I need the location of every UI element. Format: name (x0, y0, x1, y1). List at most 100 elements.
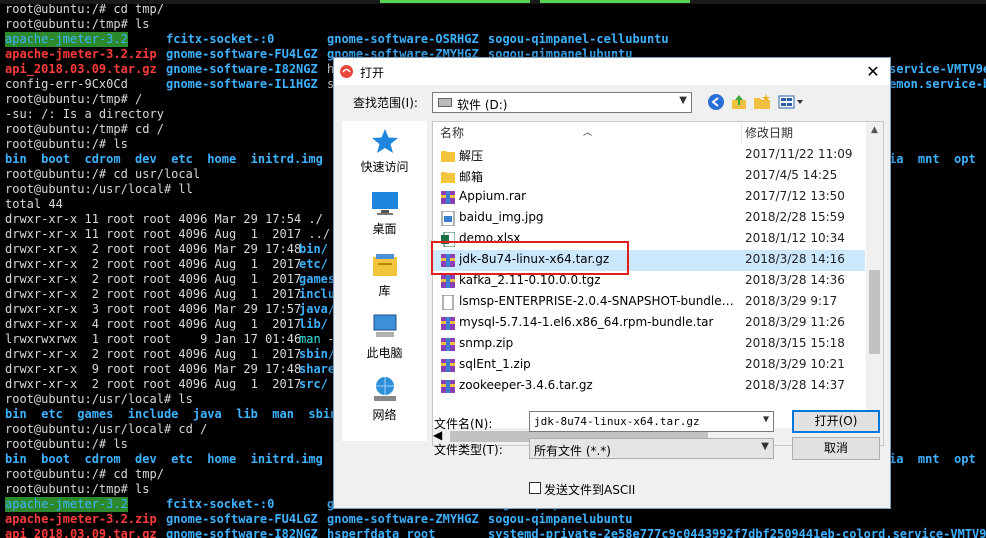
view-menu-icon[interactable] (778, 93, 804, 111)
terminal-token: drwxr-xr-x 2 root root 4096 Aug 1 2017 (5, 287, 309, 301)
terminal-token: apache-jmeter-3.2 (5, 32, 128, 47)
new-folder-icon[interactable] (753, 93, 771, 111)
look-in-select[interactable]: 软件 (D:) ▼ (432, 92, 692, 113)
folder-icon (441, 148, 455, 163)
terminal-token: gnome-software-OSRHGZ (327, 32, 479, 46)
file-name: zookeeper-3.4.6.tar.gz (459, 378, 593, 392)
place-desktop[interactable]: 桌面 (342, 183, 427, 243)
place-star[interactable]: 快速访问 (342, 121, 427, 181)
scrollbar-thumb[interactable] (869, 270, 880, 354)
archive-icon (441, 274, 455, 289)
ascii-checkbox[interactable] (529, 482, 541, 494)
file-row[interactable]: zookeeper-3.4.6.tar.gz 2018/3/28 14:37 (433, 376, 865, 397)
terminal-token: inclu (299, 287, 336, 301)
file-date: 2018/3/28 14:37 (745, 378, 845, 392)
terminal-token: root@ubuntu:/tmp# / (5, 92, 143, 106)
file-row[interactable]: 邮箱 2017/4/5 14:25 (433, 166, 865, 187)
filetype-select[interactable]: 所有文件 (*.*) ▼ (529, 438, 774, 459)
terminal-token: games (299, 272, 336, 286)
file-name: snmp.zip (459, 336, 514, 350)
terminal-token: root@ubuntu:/usr/local# ls (5, 392, 193, 406)
archive-icon (441, 337, 455, 352)
file-name: 邮箱 (459, 170, 484, 184)
back-icon[interactable] (707, 93, 725, 111)
file-date: 2018/3/29 11:26 (745, 315, 845, 329)
terminal-token: root@ubuntu:/# cd tmp/ (5, 2, 164, 16)
file-name: mysql-5.7.14-1.el6.x86_64.rpm-bundle.tar (459, 315, 714, 329)
terminal-token: apache-jmeter-3.2 (5, 497, 128, 512)
file-name: kafka_2.11-0.10.0.0.tgz (459, 273, 601, 287)
terminal-token: drwxr-xr-x 11 root root 4096 Mar 29 17:5… (5, 212, 323, 226)
file-date: 2018/3/15 15:18 (745, 336, 845, 350)
chevron-down-icon[interactable]: ▼ (763, 414, 769, 425)
file-row[interactable]: Appium.rar 2017/7/12 13:50 (433, 187, 865, 208)
ascii-label: 发送文件到ASCII (544, 483, 636, 497)
terminal-token: api_2018.03.09.tar.gz (5, 527, 157, 538)
file-date: 2018/3/29 9:17 (745, 294, 838, 308)
terminal-token: gnome-software-FU4LGZ (166, 47, 318, 61)
cancel-button[interactable]: 取消 (792, 437, 880, 460)
terminal-token: ia mnt opt (889, 152, 976, 166)
open-button[interactable]: 打开(O) (792, 410, 880, 433)
up-folder-icon[interactable] (730, 93, 748, 111)
archive-icon (441, 358, 455, 373)
terminal-token: api_2018.03.09.tar.gz (5, 62, 157, 76)
terminal-token: config-err-9Cx0Cd (5, 77, 128, 91)
open-file-dialog: 打开 ✕ 查找范围(I): 软件 (D:) ▼ 快速访问 桌面库此电脑 网络 名称 … (333, 57, 891, 509)
terminal-token: service-VMTV9e (889, 62, 986, 76)
file-date: 2018/3/28 14:16 (745, 252, 845, 266)
terminal-token: root@ubuntu:/# ls (5, 437, 128, 451)
look-in-label: 查找范围(I): (353, 96, 418, 110)
place-computer[interactable]: 此电脑 (342, 307, 427, 367)
terminal-token: fcitx-socket-:0 (166, 32, 275, 46)
terminal-token: bin boot cdrom dev etc home initrd.img i (5, 452, 345, 466)
file-row[interactable]: 解压 2017/11/22 11:09 (433, 145, 865, 166)
computer-icon (370, 313, 400, 341)
chevron-down-icon: ▼ (679, 95, 687, 106)
filename-label: 文件名(N): (434, 417, 493, 431)
place-network[interactable]: 网络 (342, 369, 427, 429)
terminal-token: root@ubuntu:/# cd usr/local (5, 167, 201, 181)
terminal-token: root@ubuntu:/usr/local# ll (5, 182, 193, 196)
terminal-token: drwxr-xr-x 3 root root 4096 Mar 29 17:57 (5, 302, 309, 316)
terminal-token: -su: /: Is a directory (5, 107, 164, 121)
file-row[interactable]: mysql-5.7.14-1.el6.x86_64.rpm-bundle.tar… (433, 313, 865, 334)
image-file-icon (441, 210, 455, 227)
close-button[interactable]: ✕ (856, 58, 890, 85)
terminal-token: root@ubuntu:/usr/local# cd / (5, 422, 208, 436)
file-name: lsmsp-ENTERPRISE-2.0.4-SNAPSHOT-bundle..… (459, 294, 734, 308)
network-icon (370, 375, 400, 403)
terminal-token: fcitx-socket-:0 (166, 497, 275, 511)
dialog-titlebar[interactable]: 打开 ✕ (334, 58, 890, 85)
terminal-token: systemd-private-2e58e777c9c0443992f7dbf2… (488, 527, 986, 538)
file-date: 2018/1/12 10:34 (745, 231, 845, 245)
star-icon (370, 127, 400, 155)
filetype-label: 文件类型(T): (434, 443, 503, 457)
archive-icon (441, 190, 455, 205)
look-in-value: 软件 (D:) (457, 98, 508, 112)
terminal-token: total 44 (5, 197, 63, 211)
file-list[interactable]: 名称 ︿ 修改日期 解压 2017/11/22 11:09 邮箱 2017/4/5 1… (432, 121, 884, 446)
terminal-token: root@ubuntu:/tmp# cd / (5, 122, 164, 136)
file-name: Appium.rar (459, 189, 527, 203)
terminal-token: sogou-qimpanel-cellubuntu (488, 32, 669, 46)
terminal-token: root@ubuntu:/tmp# ls (5, 17, 150, 31)
file-name: 解压 (459, 149, 484, 163)
vertical-scrollbar[interactable]: ▲ ▼ (866, 122, 883, 445)
file-row[interactable]: baidu_img.jpg 2018/2/28 15:59 (433, 208, 865, 229)
app-icon (340, 65, 353, 78)
file-row[interactable]: lsmsp-ENTERPRISE-2.0.4-SNAPSHOT-bundle..… (433, 292, 865, 313)
filename-input[interactable]: jdk-8u74-linux-x64.tar.gz ▼ (529, 411, 774, 432)
terminal-token: drwxr-xr-x 2 root root 4096 Aug 1 2017 (5, 347, 309, 361)
terminal-token: apache-jmeter-3.2.zip (5, 512, 157, 526)
column-header-date[interactable]: 修改日期 (745, 122, 793, 144)
file-row[interactable]: sqlEnt_1.zip 2018/3/29 10:21 (433, 355, 865, 376)
file-name: sqlEnt_1.zip (459, 357, 531, 371)
terminal-token: gnome-software-I82NGZ (166, 527, 318, 538)
scroll-up-icon[interactable]: ▲ (866, 122, 883, 139)
place-library[interactable]: 库 (342, 245, 427, 305)
column-header-name[interactable]: 名称 (440, 122, 464, 144)
file-row[interactable]: snmp.zip 2018/3/15 15:18 (433, 334, 865, 355)
file-date: 2017/4/5 14:25 (745, 168, 838, 182)
file-name: baidu_img.jpg (459, 210, 544, 224)
